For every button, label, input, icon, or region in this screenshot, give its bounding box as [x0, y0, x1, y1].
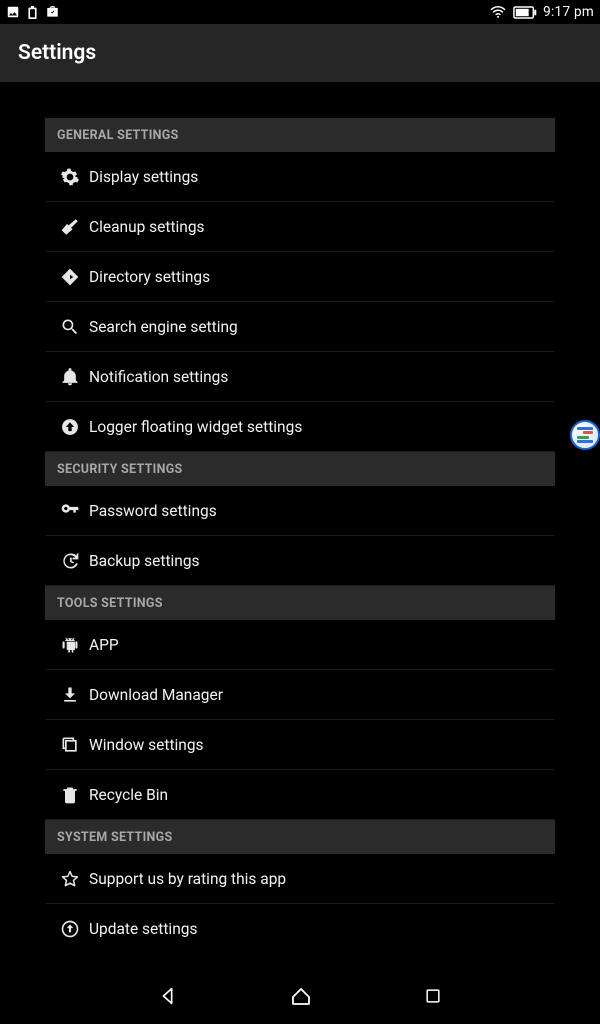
settings-item[interactable]: Cleanup settings: [45, 202, 555, 252]
history-icon: [55, 551, 85, 571]
uparrow-icon: [55, 417, 85, 437]
settings-item[interactable]: Directory settings: [45, 252, 555, 302]
section-header: TOOLS SETTINGS: [45, 586, 555, 620]
android-icon: [55, 635, 85, 655]
settings-item-label: Display settings: [85, 168, 198, 186]
settings-item[interactable]: Display settings: [45, 152, 555, 202]
settings-item[interactable]: Download Manager: [45, 670, 555, 720]
settings-item-label: Download Manager: [85, 686, 223, 704]
update-icon: [55, 919, 85, 939]
settings-item-label: Password settings: [85, 502, 217, 520]
recents-button[interactable]: [423, 986, 443, 1006]
back-button[interactable]: [157, 985, 179, 1007]
gear-icon: [55, 167, 85, 187]
settings-content: GENERAL SETTINGS Display settings Cleanup …: [0, 82, 600, 968]
settings-item[interactable]: Window settings: [45, 720, 555, 770]
navigation-bar: [0, 968, 600, 1024]
wifi-icon: [489, 5, 507, 19]
settings-item-label: Backup settings: [85, 552, 200, 570]
broom-icon: [55, 217, 85, 237]
settings-item[interactable]: Password settings: [45, 486, 555, 536]
search-icon: [55, 317, 85, 337]
settings-item[interactable]: Notification settings: [45, 352, 555, 402]
section-header: GENERAL SETTINGS: [45, 118, 555, 152]
battery-small-icon: [28, 6, 37, 19]
settings-item-label: Update settings: [85, 920, 197, 938]
app-bar: Settings: [0, 24, 600, 82]
home-button[interactable]: [289, 984, 313, 1008]
assist-floating-icon[interactable]: [570, 420, 600, 450]
windows-icon: [55, 735, 85, 755]
status-left: [6, 5, 60, 19]
star-icon: [55, 869, 85, 889]
briefcase-icon: [45, 5, 60, 19]
bell-icon: [55, 367, 85, 387]
download-icon: [55, 685, 85, 705]
settings-item-label: Support us by rating this app: [85, 870, 286, 888]
settings-item[interactable]: Logger floating widget settings: [45, 402, 555, 452]
section-header: SYSTEM SETTINGS: [45, 820, 555, 854]
settings-item-label: Directory settings: [85, 268, 210, 286]
settings-item-label: Notification settings: [85, 368, 228, 386]
settings-item-label: Logger floating widget settings: [85, 418, 302, 436]
status-bar: 9:17 pm: [0, 0, 600, 24]
status-right: 9:17 pm: [489, 4, 594, 20]
page-title: Settings: [18, 41, 96, 65]
section-header: SECURITY SETTINGS: [45, 452, 555, 486]
settings-item[interactable]: APP: [45, 620, 555, 670]
settings-item-label: Cleanup settings: [85, 218, 205, 236]
settings-item-label: Window settings: [85, 736, 204, 754]
settings-item-label: Recycle Bin: [85, 786, 168, 804]
settings-item[interactable]: Recycle Bin: [45, 770, 555, 820]
key-icon: [55, 501, 85, 521]
battery-icon: [513, 6, 537, 19]
settings-item[interactable]: Backup settings: [45, 536, 555, 586]
settings-item[interactable]: Support us by rating this app: [45, 854, 555, 904]
diamond-icon: [55, 267, 85, 287]
trash-icon: [55, 785, 85, 805]
settings-item[interactable]: Search engine setting: [45, 302, 555, 352]
settings-item-label: Search engine setting: [85, 318, 238, 336]
status-time: 9:17 pm: [543, 4, 594, 20]
settings-item-label: APP: [85, 636, 119, 654]
picture-icon: [6, 5, 20, 19]
settings-item[interactable]: Update settings: [45, 904, 555, 954]
